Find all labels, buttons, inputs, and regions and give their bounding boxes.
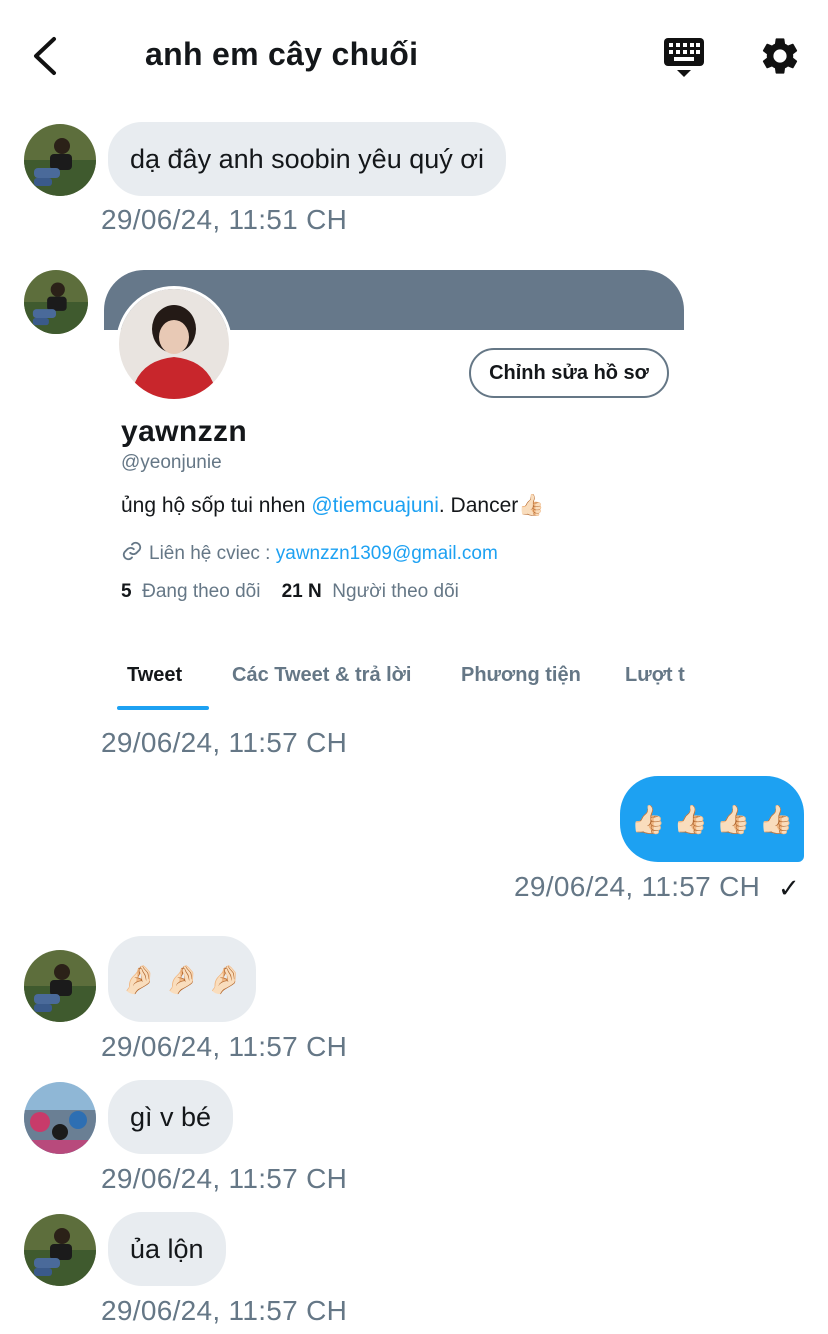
active-tab-indicator <box>117 706 209 710</box>
message-timestamp: 29/06/24, 11:57 CH <box>101 1163 348 1194</box>
avatar[interactable] <box>24 270 88 334</box>
message-text: 🤌🏻 🤌🏻 🤌🏻 <box>121 963 243 995</box>
gear-icon[interactable] <box>758 34 802 78</box>
profile-bio: ủng hộ sốp tui nhen @tiemcuajuni. Dancer… <box>121 494 544 518</box>
edit-profile-button[interactable]: Chỉnh sửa hồ sơ <box>469 348 669 398</box>
following-label[interactable]: Đang theo dõi <box>142 581 260 602</box>
avatar[interactable] <box>24 1214 96 1286</box>
message-bubble[interactable]: ủa lộn <box>108 1212 226 1286</box>
keyboard-icon[interactable] <box>662 36 706 80</box>
message-timestamp: 29/06/24, 11:57 CH <box>514 871 761 902</box>
tab-tweets-replies[interactable]: Các Tweet & trả lời <box>232 664 411 687</box>
message-bubble[interactable]: 🤌🏻 🤌🏻 🤌🏻 <box>108 936 256 1022</box>
outgoing-message-bubble[interactable]: 👍🏻 👍🏻 👍🏻 👍🏻 <box>620 776 804 862</box>
profile-avatar[interactable] <box>116 286 232 402</box>
message-timestamp: 29/06/24, 11:51 CH <box>101 204 348 235</box>
profile-link: Liên hệ cviec : yawnzzn1309@gmail.com <box>121 540 498 568</box>
bio-text: ủng hộ sốp tui nhen <box>121 494 312 517</box>
message-bubble[interactable]: gì v bé <box>108 1080 234 1154</box>
message-timestamp: 29/06/24, 11:57 CH <box>101 1031 348 1062</box>
followers-label[interactable]: Người theo dõi <box>332 581 459 602</box>
bio-text-suffix: . Dancer👍🏻 <box>438 494 545 517</box>
back-icon[interactable] <box>28 36 68 76</box>
avatar[interactable] <box>24 1082 96 1154</box>
following-count[interactable]: 5 <box>121 581 132 602</box>
profile-handle: @yeonjunie <box>121 452 222 473</box>
profile-name: yawnzzn <box>121 415 248 448</box>
link-icon <box>121 540 143 568</box>
sent-check-icon: ✓ <box>778 873 800 903</box>
email-link[interactable]: yawnzzn1309@gmail.com <box>276 543 498 564</box>
profile-tabs: Tweet Các Tweet & trả lời Phương tiện Lư… <box>104 650 704 712</box>
followers-count[interactable]: 21 N <box>282 581 322 602</box>
tab-tweet[interactable]: Tweet <box>127 664 182 687</box>
message-timestamp: 29/06/24, 11:57 CH <box>101 727 348 758</box>
message-bubble[interactable]: dạ đây anh soobin yêu quý ơi <box>108 122 506 196</box>
message-timestamp: 29/06/24, 11:57 CH <box>101 1295 348 1326</box>
link-label: Liên hệ cviec : <box>149 543 276 564</box>
bio-mention-link[interactable]: @tiemcuajuni <box>311 494 439 517</box>
tab-media[interactable]: Phương tiện <box>461 664 581 687</box>
message-text: 👍🏻 👍🏻 👍🏻 👍🏻 <box>630 803 794 835</box>
tab-likes[interactable]: Lượt t <box>625 664 685 687</box>
avatar[interactable] <box>24 124 96 196</box>
profile-stats: 5 Đang theo dõi 21 N Người theo dõi <box>121 581 459 603</box>
avatar[interactable] <box>24 950 96 1022</box>
conversation-title: anh em cây chuối <box>145 36 419 72</box>
